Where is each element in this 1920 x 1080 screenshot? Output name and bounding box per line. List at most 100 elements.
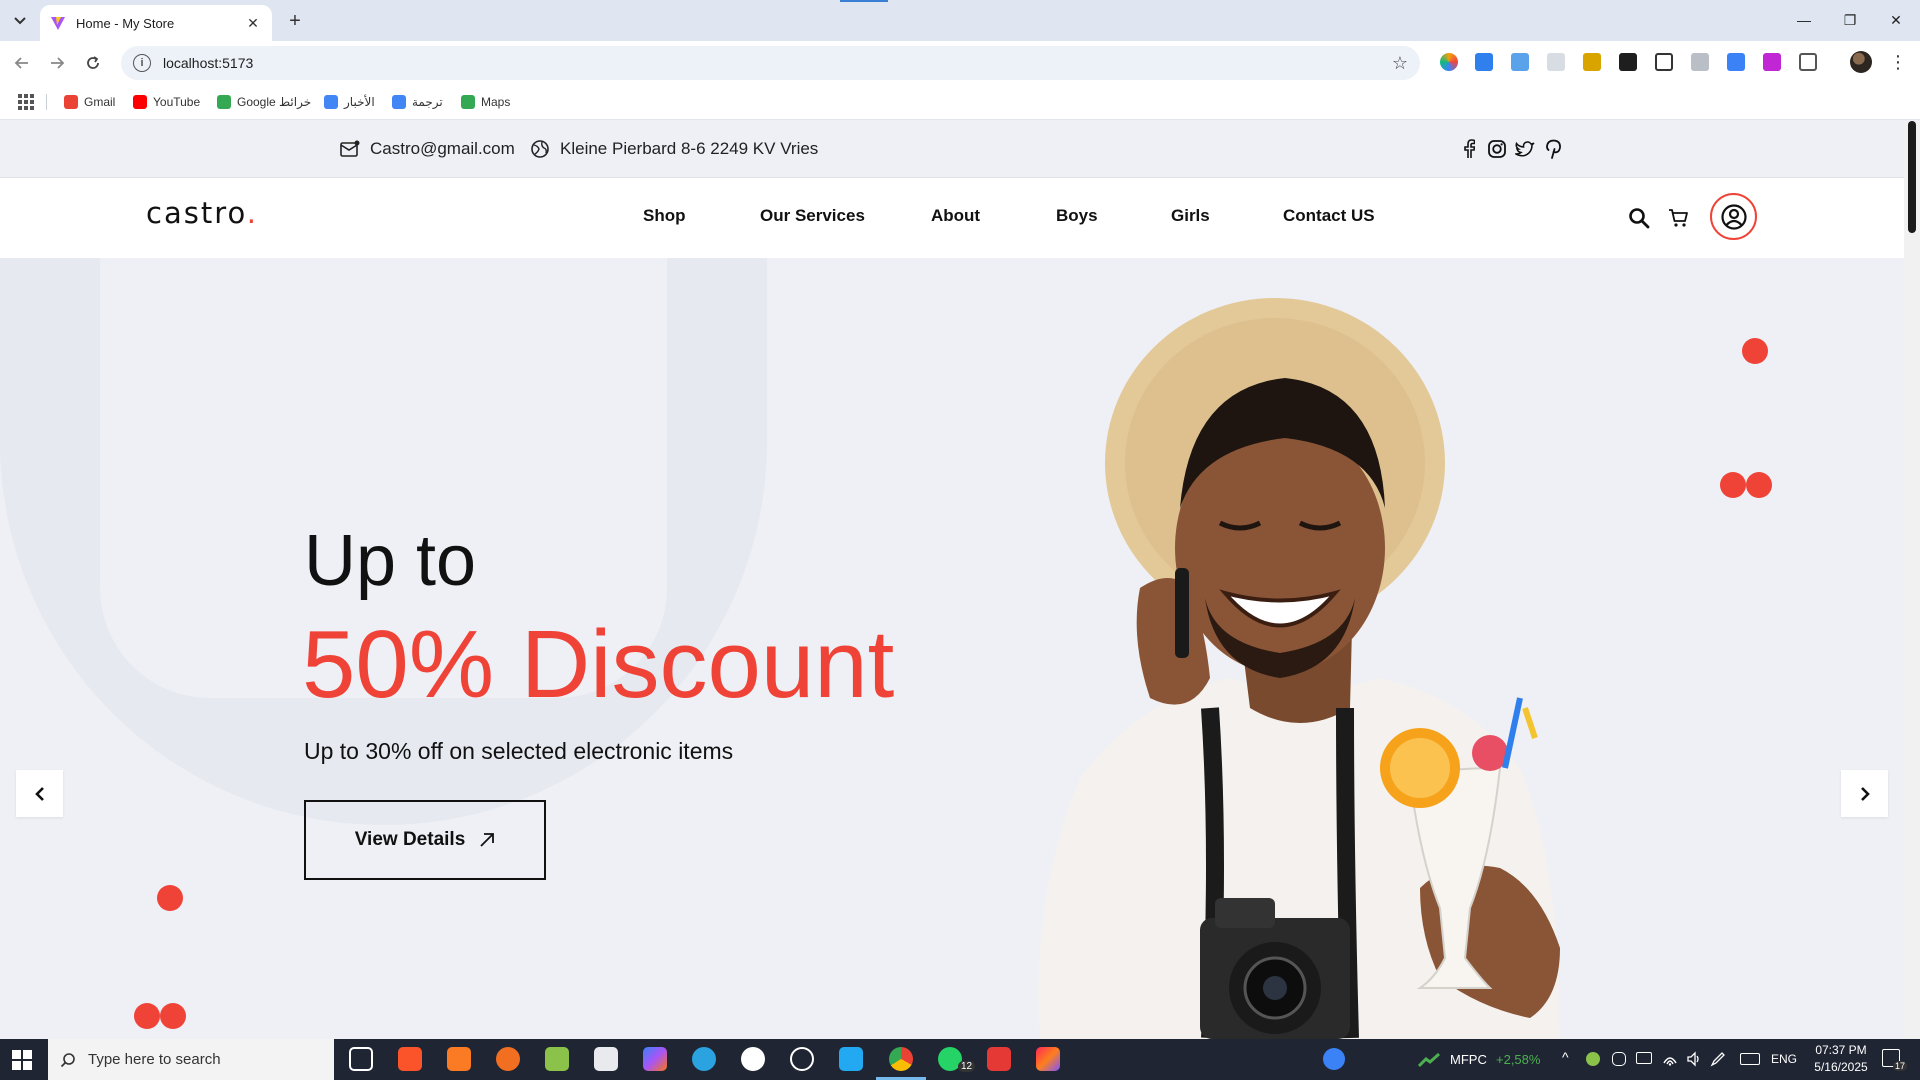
office-icon[interactable] bbox=[594, 1047, 618, 1071]
pinterest-link[interactable] bbox=[1543, 138, 1565, 160]
gmail-icon bbox=[64, 95, 78, 109]
site-header: castro. Shop Our Services About Boys Gir… bbox=[0, 178, 1904, 258]
slider-prev-button[interactable] bbox=[16, 770, 63, 817]
clock-time[interactable]: 07:37 PM bbox=[1810, 1043, 1872, 1057]
language-indicator[interactable]: ENG bbox=[1771, 1052, 1797, 1066]
extension-font-icon[interactable] bbox=[1619, 53, 1637, 71]
copilot-icon[interactable] bbox=[643, 1047, 667, 1071]
chrome-icon[interactable] bbox=[889, 1047, 913, 1071]
apps-grid-icon[interactable] bbox=[18, 94, 34, 110]
close-tab-icon[interactable]: ✕ bbox=[244, 14, 262, 32]
battery-icon[interactable] bbox=[1636, 1052, 1652, 1064]
decor-dot bbox=[1720, 472, 1746, 498]
xampp-icon[interactable] bbox=[447, 1047, 471, 1071]
logo-text: castro bbox=[146, 196, 247, 230]
notepad-plus-icon[interactable] bbox=[545, 1047, 569, 1071]
task-view-icon[interactable] bbox=[349, 1047, 373, 1071]
facebook-icon bbox=[1464, 139, 1475, 158]
address-bar[interactable]: i localhost:5173 ☆ bbox=[121, 46, 1420, 80]
instagram-icon bbox=[1488, 140, 1506, 158]
tab-title: Home - My Store bbox=[76, 15, 175, 31]
bookmark-news[interactable]: الأخبار bbox=[324, 93, 375, 111]
windows-start-icon[interactable] bbox=[12, 1050, 32, 1070]
extension-dictionary-icon[interactable] bbox=[1583, 53, 1601, 71]
scrollbar-thumb[interactable] bbox=[1908, 121, 1916, 233]
bookmark-google-maps-ar[interactable]: Google خرائط bbox=[217, 93, 311, 111]
instagram-link[interactable] bbox=[1486, 138, 1508, 160]
bookmark-youtube[interactable]: YouTube bbox=[133, 93, 200, 111]
vite-favicon-icon bbox=[51, 17, 65, 30]
nav-about[interactable]: About bbox=[931, 206, 980, 226]
page-scrollbar[interactable] bbox=[1904, 121, 1920, 1039]
keyboard-icon[interactable] bbox=[1740, 1053, 1760, 1065]
nav-girls[interactable]: Girls bbox=[1171, 206, 1210, 226]
nav-our-services[interactable]: Our Services bbox=[760, 206, 865, 226]
extension-camera-icon[interactable] bbox=[1691, 53, 1709, 71]
brave-browser-icon[interactable] bbox=[398, 1047, 422, 1071]
extension-color-icon[interactable] bbox=[1440, 53, 1458, 71]
bookmark-label: YouTube bbox=[153, 95, 201, 109]
nav-contact-us[interactable]: Contact US bbox=[1283, 206, 1375, 226]
browser-menu-icon[interactable]: ⋮ bbox=[1889, 51, 1907, 73]
volume-icon[interactable] bbox=[1686, 1051, 1702, 1067]
slider-next-button[interactable] bbox=[1841, 770, 1888, 817]
wifi-icon[interactable] bbox=[1662, 1051, 1678, 1067]
help-icon[interactable] bbox=[1323, 1048, 1345, 1070]
active-tab[interactable]: Home - My Store ✕ bbox=[40, 5, 272, 41]
url-text[interactable]: localhost:5173 bbox=[163, 55, 253, 71]
cart-button[interactable] bbox=[1667, 206, 1691, 230]
forward-button[interactable] bbox=[44, 50, 70, 76]
tray-app-icon[interactable] bbox=[1586, 1052, 1600, 1066]
intellij-icon[interactable] bbox=[1036, 1047, 1060, 1071]
minimize-button[interactable]: — bbox=[1784, 6, 1824, 34]
contact-email[interactable]: Castro@gmail.com bbox=[340, 139, 515, 159]
extension-download-icon[interactable] bbox=[1475, 53, 1493, 71]
nav-boys[interactable]: Boys bbox=[1056, 206, 1098, 226]
clock-date[interactable]: 5/16/2025 bbox=[1806, 1060, 1876, 1074]
restore-button[interactable]: ❐ bbox=[1830, 6, 1870, 34]
nav-shop[interactable]: Shop bbox=[643, 206, 686, 226]
extensions-puzzle-icon[interactable] bbox=[1799, 53, 1817, 71]
telegram-icon[interactable] bbox=[692, 1047, 716, 1071]
vscode-icon[interactable] bbox=[839, 1047, 863, 1071]
github-icon[interactable] bbox=[741, 1047, 765, 1071]
chevron-right-icon bbox=[1860, 786, 1870, 801]
user-circle-icon bbox=[1720, 203, 1747, 230]
view-details-button[interactable]: View Details bbox=[304, 800, 546, 880]
extension-text-icon[interactable] bbox=[1547, 53, 1565, 71]
bookmark-star-icon[interactable]: ☆ bbox=[1392, 53, 1408, 74]
reload-button[interactable] bbox=[80, 50, 106, 76]
extension-downloader-icon[interactable] bbox=[1763, 53, 1781, 71]
tab-search-button[interactable] bbox=[8, 9, 32, 33]
back-button[interactable] bbox=[9, 50, 35, 76]
wps-office-icon[interactable] bbox=[987, 1047, 1011, 1071]
stock-trend-icon bbox=[1418, 1052, 1440, 1068]
meet-now-icon[interactable] bbox=[1612, 1052, 1626, 1066]
new-tab-button[interactable]: + bbox=[282, 9, 308, 33]
postman-icon[interactable] bbox=[496, 1047, 520, 1071]
search-button[interactable] bbox=[1627, 206, 1651, 230]
tray-overflow-icon[interactable]: ^ bbox=[1562, 1049, 1569, 1065]
pen-icon[interactable] bbox=[1710, 1051, 1726, 1067]
account-button[interactable] bbox=[1710, 193, 1757, 240]
taskbar-search-box[interactable]: Type here to search bbox=[48, 1039, 334, 1080]
facebook-link[interactable] bbox=[1458, 138, 1480, 160]
close-window-button[interactable]: ✕ bbox=[1876, 6, 1916, 34]
site-info-icon[interactable]: i bbox=[133, 54, 151, 72]
extension-image-icon[interactable] bbox=[1655, 53, 1673, 71]
chatgpt-icon[interactable] bbox=[790, 1047, 814, 1071]
extension-save-icon[interactable] bbox=[1727, 53, 1745, 71]
bookmark-label: Google خرائط bbox=[237, 95, 312, 109]
hero-model-image bbox=[1038, 298, 1560, 1039]
bookmark-maps[interactable]: Maps bbox=[461, 93, 510, 111]
extension-doc-icon[interactable] bbox=[1511, 53, 1529, 71]
bookmark-gmail[interactable]: Gmail bbox=[64, 93, 115, 111]
email-text: Castro@gmail.com bbox=[370, 139, 515, 158]
site-logo[interactable]: castro. bbox=[146, 196, 258, 230]
reload-icon bbox=[87, 56, 99, 69]
twitter-link[interactable] bbox=[1514, 138, 1536, 160]
youtube-icon bbox=[133, 95, 147, 109]
bookmarks-bar: Gmail YouTube Google خرائط الأخبار ترجمة… bbox=[0, 84, 1920, 120]
bookmark-translate[interactable]: ترجمة bbox=[392, 93, 443, 111]
profile-avatar[interactable] bbox=[1850, 51, 1872, 73]
